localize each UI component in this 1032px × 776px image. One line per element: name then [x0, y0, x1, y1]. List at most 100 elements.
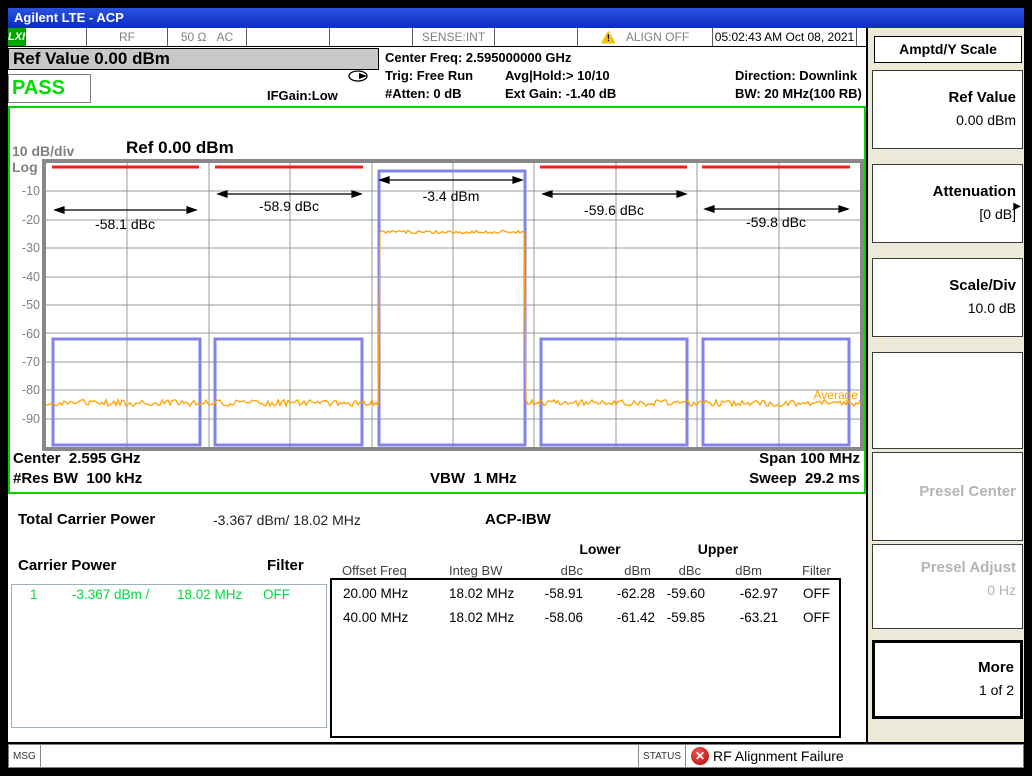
- y-axis-tick: -40: [10, 270, 40, 284]
- warning-icon: !: [601, 31, 616, 44]
- offset-zone: [215, 339, 362, 445]
- acp-cell: 20.00 MHz: [343, 586, 408, 601]
- ref-level-label: Ref 0.00 dBm: [126, 138, 234, 158]
- softkey-value: 10.0 dB: [873, 300, 1016, 316]
- acp-result-label: -58.1 dBc: [95, 216, 155, 232]
- acp-cell: -58.06: [536, 610, 583, 625]
- active-function-bar: Ref Value 0.00 dBm: [8, 48, 379, 70]
- avg-hold-readout: Avg|Hold:> 10/10: [505, 68, 610, 83]
- strip-spacer: [857, 28, 866, 46]
- softkey-label: Presel Center: [873, 483, 1016, 500]
- softkey-label: Scale/Div: [873, 277, 1016, 294]
- y-axis-tick: -20: [10, 213, 40, 227]
- span-annotation: Span 100 MHz: [759, 450, 860, 467]
- col-header-offset-freq: Offset Freq: [342, 563, 407, 578]
- upper-group-header: Upper: [688, 541, 748, 557]
- acp-cell: 18.02 MHz: [449, 610, 514, 625]
- acp-result-label: -59.6 dBc: [584, 202, 644, 218]
- carrier-row-filter: OFF: [263, 587, 290, 602]
- y-axis-tick: -90: [10, 412, 40, 426]
- sense-indicator: SENSE:INT: [413, 28, 495, 46]
- ext-gain-readout: Ext Gain: -1.40 dB: [505, 86, 616, 101]
- error-icon: ✕: [691, 747, 709, 765]
- carrier-row-index: 1: [30, 587, 38, 602]
- col-header-upper-dbm: dBm: [722, 563, 762, 578]
- softkey-value: 0.00 dBm: [873, 112, 1016, 128]
- y-axis-tick: -50: [10, 298, 40, 312]
- acp-cell: -62.28: [604, 586, 655, 601]
- softkey-value: [0 dB]: [873, 206, 1016, 222]
- acp-cell: -58.91: [536, 586, 583, 601]
- acp-cell: 40.00 MHz: [343, 610, 408, 625]
- strip-spacer: [247, 28, 330, 46]
- acp-cell: 18.02 MHz: [449, 586, 514, 601]
- spectrum-plot: -58.1 dBc -58.9 dBc -3.4 dBm -59.6 dBc -…: [46, 163, 860, 447]
- sweep-annotation: Sweep 29.2 ms: [749, 470, 860, 487]
- softkey-more[interactable]: More 1 of 2: [872, 640, 1023, 719]
- softkey-presel-center: Presel Center: [872, 452, 1023, 541]
- y-axis-tick: -60: [10, 327, 40, 341]
- carrier-power-label: -3.4 dBm: [423, 188, 480, 204]
- softkey-presel-adjust: Presel Adjust 0 Hz: [872, 544, 1023, 629]
- rf-indicator: RF: [87, 28, 168, 46]
- center-annotation: Center 2.595 GHz: [13, 450, 141, 467]
- softkey-label: Ref Value: [873, 89, 1016, 106]
- message-area: [41, 745, 638, 767]
- carrier-zone: [379, 171, 525, 445]
- channel-zones: [53, 171, 849, 445]
- instrument-screen: Agilent LTE - ACP LXI RF 50 Ω AC SENSE:I…: [0, 0, 1032, 776]
- col-header-lower-dbm: dBm: [604, 563, 651, 578]
- vbw-annotation: VBW 1 MHz: [430, 470, 517, 487]
- atten-readout: #Atten: 0 dB: [385, 86, 462, 101]
- acp-cell: -61.42: [604, 610, 655, 625]
- align-label: ALIGN OFF: [626, 30, 689, 44]
- softkey-scale-div[interactable]: Scale/Div 10.0 dB: [872, 258, 1023, 337]
- softkey-label: More: [875, 659, 1014, 676]
- msg-label: MSG: [9, 745, 40, 767]
- strip-spacer: [26, 28, 87, 46]
- align-indicator: ! ALIGN OFF: [578, 28, 713, 46]
- log-scale-label: Log: [12, 159, 38, 175]
- strip-spacer: [330, 28, 413, 46]
- y-axis-tick: -70: [10, 355, 40, 369]
- col-header-filter: Filter: [802, 563, 831, 578]
- y-axis-tick: -80: [10, 383, 40, 397]
- softkey-value: 0 Hz: [873, 582, 1016, 598]
- lxi-badge: LXI: [8, 28, 26, 46]
- col-header-upper-dbc: dBc: [657, 563, 701, 578]
- softkey-ref-value[interactable]: Ref Value 0.00 dBm: [872, 70, 1023, 149]
- softkey-value: 1 of 2: [875, 682, 1014, 698]
- carrier-row-bw: 18.02 MHz: [177, 587, 242, 602]
- softkey-menu-title: Amptd/Y Scale: [874, 36, 1022, 63]
- bw-readout: BW: 20 MHz(100 RB): [735, 86, 862, 101]
- acp-cell: -62.97: [727, 586, 778, 601]
- divider: [685, 745, 686, 767]
- carrier-filter-header: Filter: [267, 557, 304, 574]
- acp-result-label: -59.8 dBc: [746, 214, 806, 230]
- trace-mode-label: Average: [814, 388, 859, 402]
- acp-results-box: [330, 578, 841, 738]
- carrier-power-header: Carrier Power: [18, 557, 116, 574]
- acp-cell: OFF: [803, 586, 830, 601]
- clock: 05:02:43 AM Oct 08, 2021: [713, 28, 857, 46]
- coupling-label: AC: [216, 30, 233, 44]
- carrier-row-power: -3.367 dBm /: [72, 587, 149, 602]
- ifgain-label: IFGain:Low: [267, 88, 338, 103]
- total-carrier-power-label: Total Carrier Power: [18, 511, 155, 528]
- softkey-label: Presel Adjust: [873, 559, 1016, 576]
- total-carrier-power-value: -3.367 dBm/ 18.02 MHz: [213, 512, 361, 528]
- message-status-bar: MSG STATUS ✕ RF Alignment Failure: [8, 744, 1024, 768]
- acp-cell: -63.21: [727, 610, 778, 625]
- pass-fail-indicator: PASS: [8, 74, 91, 103]
- status-label: STATUS: [639, 745, 685, 767]
- col-header-lower-dbc: dBc: [536, 563, 583, 578]
- top-status-strip: LXI RF 50 Ω AC SENSE:INT ! ALIGN OFF 05:…: [8, 28, 866, 47]
- lower-group-header: Lower: [570, 541, 630, 557]
- input-coupling-cell: 50 Ω AC: [168, 28, 247, 46]
- submenu-arrow-icon: ▶: [1013, 201, 1021, 212]
- acp-result-label: -58.9 dBc: [259, 198, 319, 214]
- carrier-list-box: [11, 584, 327, 728]
- y-axis-tick: -10: [10, 184, 40, 198]
- softkey-attenuation[interactable]: Attenuation [0 dB] ▶: [872, 164, 1023, 243]
- softkey-label: Attenuation: [873, 183, 1016, 200]
